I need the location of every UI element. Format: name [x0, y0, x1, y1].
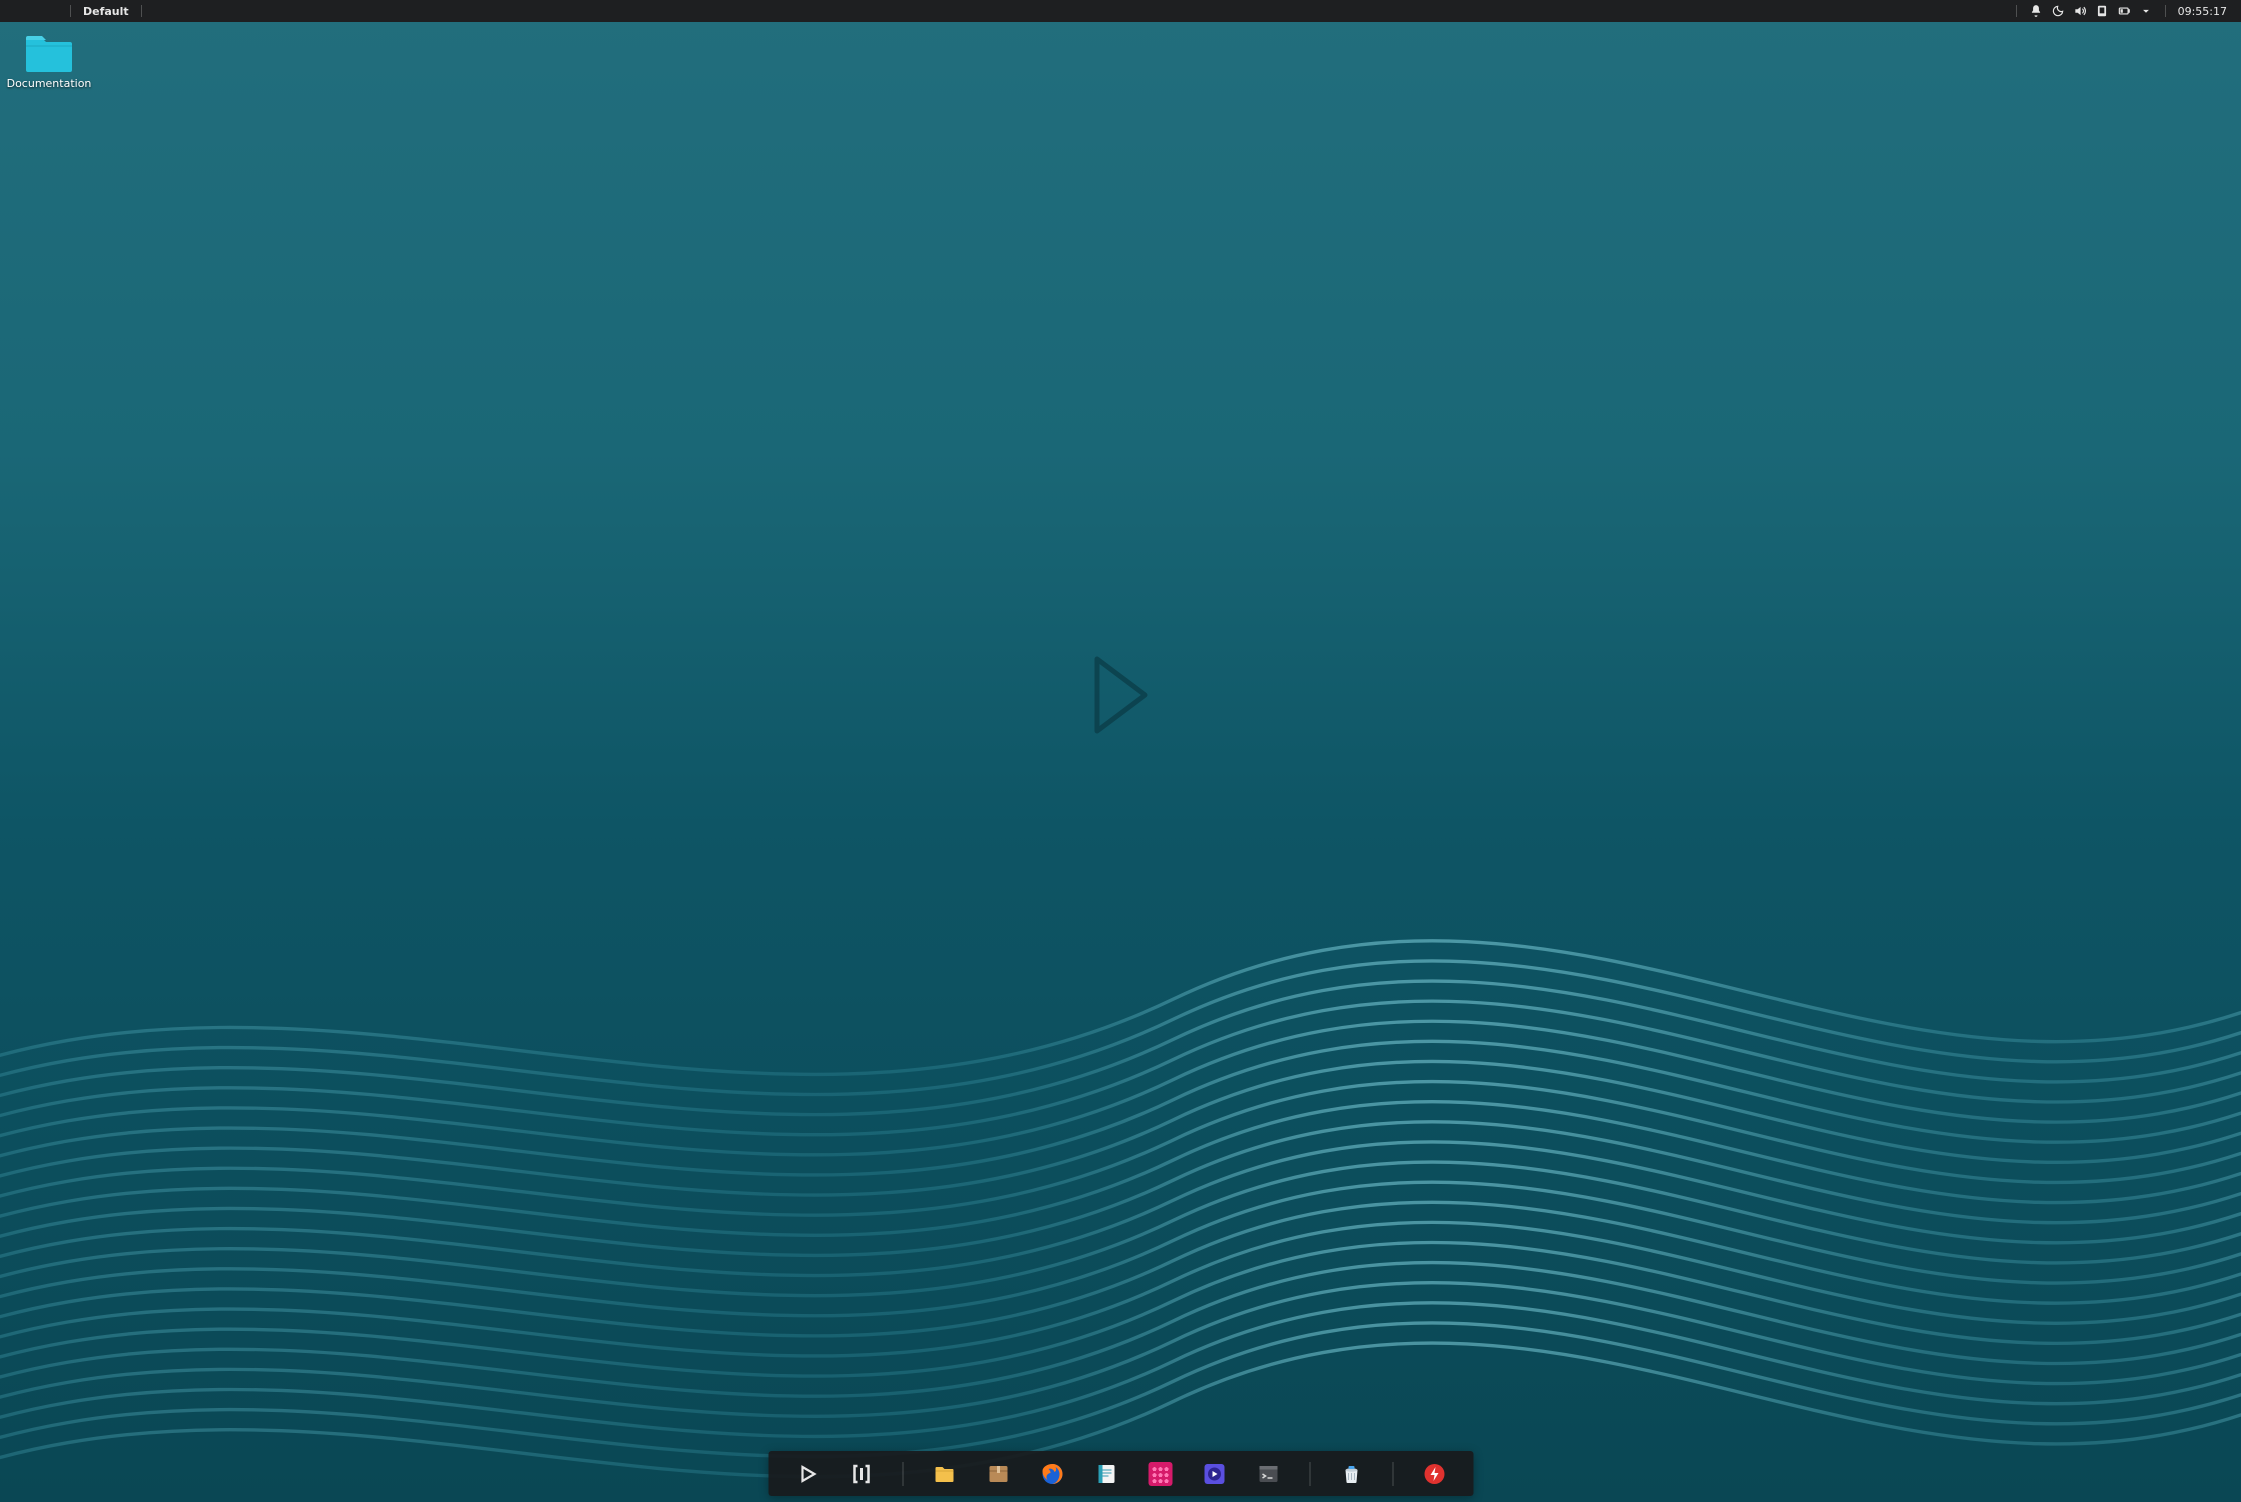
folder-icon: [932, 1462, 956, 1486]
notepad-icon: [1094, 1462, 1118, 1486]
night-light-icon[interactable]: [2051, 4, 2065, 18]
dock-item-archive-manager[interactable]: [985, 1461, 1011, 1487]
dock-item-firefox[interactable]: [1039, 1461, 1065, 1487]
dock: [768, 1451, 1473, 1496]
top-panel: Default 09:55:17: [0, 0, 2241, 22]
separator: [2165, 5, 2166, 17]
firefox-icon: [1040, 1462, 1064, 1486]
desktop-icon-label: Documentation: [7, 77, 92, 90]
dock-separator: [902, 1462, 903, 1486]
wallpaper-waves: [0, 688, 2241, 1502]
system-tray: [2025, 4, 2157, 18]
dock-item-workspaces[interactable]: [848, 1461, 874, 1487]
desktop[interactable]: Documentation: [0, 22, 2241, 1502]
dock-separator: [1392, 1462, 1393, 1486]
dock-item-media-player[interactable]: [1201, 1461, 1227, 1487]
dock-item-trash[interactable]: [1338, 1461, 1364, 1487]
workspace-switcher[interactable]: Default: [79, 5, 133, 18]
dock-item-applications[interactable]: [794, 1461, 820, 1487]
terminal-icon: [1256, 1462, 1280, 1486]
panel-right: 09:55:17: [2008, 0, 2241, 22]
dock-item-file-manager[interactable]: [931, 1461, 957, 1487]
separator: [70, 5, 71, 17]
dock-separator: [1309, 1462, 1310, 1486]
trash-icon: [1339, 1462, 1363, 1486]
package-icon: [986, 1462, 1010, 1486]
network-icon[interactable]: [2095, 4, 2109, 18]
folder-icon: [24, 32, 74, 74]
distro-logo-icon: [1087, 653, 1155, 737]
notifications-icon[interactable]: [2029, 4, 2043, 18]
volume-icon[interactable]: [2073, 4, 2087, 18]
battery-icon[interactable]: [2117, 4, 2131, 18]
dock-item-terminal[interactable]: [1255, 1461, 1281, 1487]
brackets-icon: [849, 1462, 873, 1486]
dock-item-music-player[interactable]: [1147, 1461, 1173, 1487]
play-icon: [795, 1462, 819, 1486]
separator: [141, 5, 142, 17]
power-icon: [1422, 1462, 1446, 1486]
dock-item-text-editor[interactable]: [1093, 1461, 1119, 1487]
music-icon: [1148, 1462, 1172, 1486]
desktop-icon-documentation[interactable]: Documentation: [10, 32, 88, 90]
panel-left: Default: [0, 0, 150, 22]
media-icon: [1202, 1462, 1226, 1486]
separator: [2016, 5, 2017, 17]
expand-icon[interactable]: [2139, 4, 2153, 18]
dock-item-power[interactable]: [1421, 1461, 1447, 1487]
clock[interactable]: 09:55:17: [2174, 5, 2237, 18]
